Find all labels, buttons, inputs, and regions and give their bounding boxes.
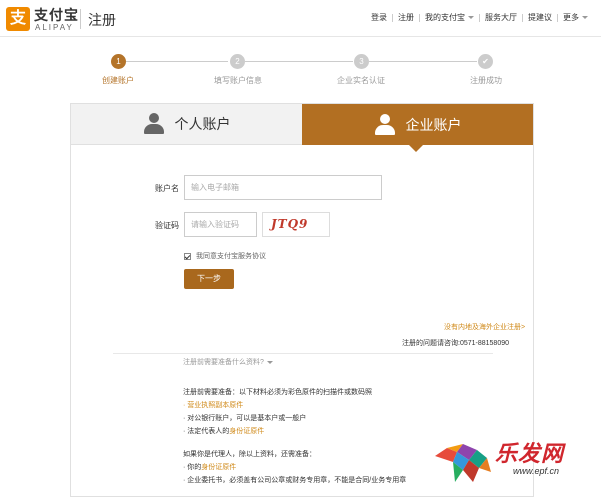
agreement-text[interactable]: 我同意支付宝服务协议 [196, 251, 266, 261]
info-line: 如果你是代理人，除以上资料，还需准备： [183, 451, 316, 458]
top-nav: 登录 注册 我的支付宝 服务大厅 提建议 更多 [366, 12, 593, 23]
info-line: 注册前需要准备：以下材料必须为彩色原件的扫描件或数码照 [183, 389, 372, 396]
agreement-row: 我同意支付宝服务协议 [184, 251, 266, 261]
tab-company-label: 企业账户 [405, 116, 462, 133]
site-watermark: 乐发网 www.epf.cn [433, 436, 601, 497]
info-line: · 对公银行账户，可以是基本户或一般户 [183, 415, 307, 422]
step-3-marker: 3 [354, 54, 369, 69]
logo-divider [80, 9, 81, 29]
active-tab-pointer [409, 145, 423, 152]
business-license-link[interactable]: · 营业执照副本原件 [183, 399, 406, 412]
business-user-icon [374, 113, 396, 136]
step-1-marker: 1 [111, 54, 126, 69]
captcha-image[interactable]: JTQ9 [262, 212, 330, 237]
agent-id-link[interactable]: 身份证原件 [201, 464, 236, 471]
help-phone-text: 注册的问题请咨询:0571-88158090 [402, 340, 509, 347]
watermark-url-text: www.epf.cn [513, 466, 560, 476]
info-line: · 企业委托书，必须盖有公司公章或财务专用章，不能是合同/业务专用章 [183, 477, 407, 484]
page-title: 注册 [88, 12, 116, 28]
tab-personal-label: 个人账户 [174, 116, 231, 132]
nav-my-alipay-menu[interactable]: 我的支付宝 [420, 12, 479, 23]
nav-more-label: 更多 [563, 13, 579, 22]
materials-toggle-label: 注册前需要准备什么资料? [183, 359, 264, 366]
info-line-prefix: · 你的 [183, 464, 202, 471]
overseas-register-link[interactable]: 没有内地及海外企业注册> [444, 322, 525, 332]
nav-my-alipay-label: 我的支付宝 [425, 13, 465, 22]
chevron-down-icon [468, 16, 474, 20]
nav-service-hall-link[interactable]: 服务大厅 [480, 12, 522, 23]
chevron-down-icon [582, 16, 588, 20]
nav-register-link[interactable]: 注册 [393, 12, 419, 23]
step-2-marker: 2 [230, 54, 245, 69]
nav-suggestion-link[interactable]: 提建议 [523, 12, 557, 23]
captcha-label: 验证码 [155, 221, 179, 230]
user-icon [143, 113, 165, 135]
bull-logo-icon [435, 444, 491, 482]
materials-toggle[interactable]: 注册前需要准备什么资料? [183, 357, 273, 367]
agreement-checkbox[interactable] [184, 252, 191, 260]
step-2-label: 填写账户信息 [214, 76, 262, 85]
logo-en-text: ALIPAY [35, 23, 74, 32]
nav-login-link[interactable]: 登录 [366, 12, 392, 23]
step-connector [245, 61, 353, 62]
section-divider [113, 353, 493, 354]
alipay-logo-icon[interactable]: 支 [6, 7, 30, 31]
next-step-button[interactable]: 下一步 [184, 269, 234, 289]
registration-steps: 1 2 3 ✔ 创建账户 填写账户信息 企业实名认证 注册成功 [0, 52, 601, 92]
top-bar: 支 支付宝 ALIPAY 注册 登录 注册 我的支付宝 服务大厅 提建议 更多 [0, 0, 601, 37]
nav-more-menu[interactable]: 更多 [558, 12, 593, 23]
check-icon: ✔ [478, 54, 493, 69]
legal-rep-id-link[interactable]: 身份证原件 [229, 428, 264, 435]
tab-company-account[interactable]: 企业账户 [302, 104, 533, 145]
step-4-label: 注册成功 [470, 76, 502, 85]
account-type-tabs: 个人账户 企业账户 [71, 104, 533, 145]
materials-info: 注册前需要准备：以下材料必须为彩色原件的扫描件或数码照 · 营业执照副本原件 ·… [183, 386, 406, 487]
info-line: · 你的身份证原件 [183, 461, 406, 474]
account-name-input[interactable]: 输入电子邮箱 [184, 175, 382, 200]
captcha-input[interactable]: 请输入验证码 [184, 212, 257, 237]
watermark-cn-text: 乐发网 [495, 441, 565, 466]
info-line-prefix: · 法定代表人的 [183, 428, 230, 435]
step-connector [369, 61, 477, 62]
step-1-label: 创建账户 [102, 76, 134, 85]
account-name-label: 账户名 [155, 184, 179, 193]
step-3-label: 企业实名认证 [337, 76, 385, 85]
chevron-down-icon [266, 360, 273, 364]
tab-personal-account[interactable]: 个人账户 [71, 104, 302, 145]
info-line: · 法定代表人的身份证原件 [183, 425, 406, 438]
step-connector [126, 61, 228, 62]
logo-cn-text: 支付宝 [34, 7, 79, 23]
